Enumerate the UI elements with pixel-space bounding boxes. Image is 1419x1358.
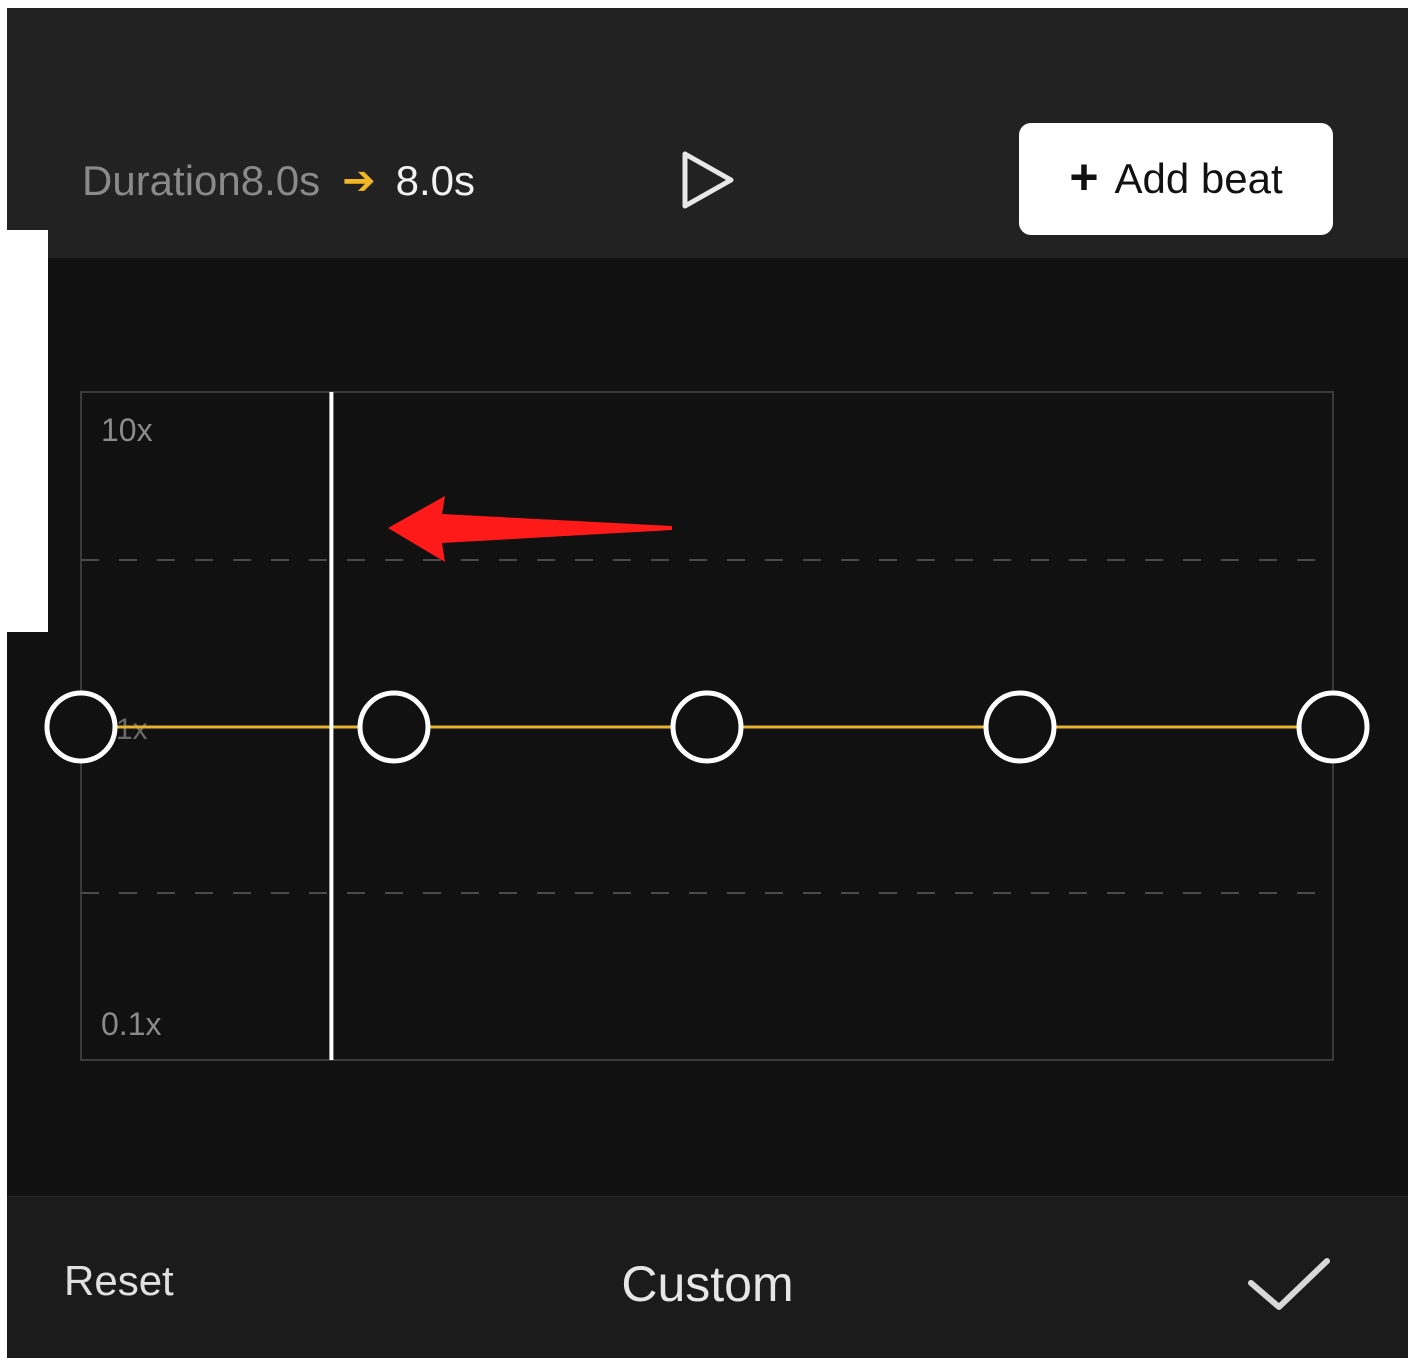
duration-display: Duration8.0s ➔ 8.0s [82,154,475,208]
add-beat-label: Add beat [1114,155,1283,202]
top-bar: Duration8.0s ➔ 8.0s + Add beat [7,8,1408,258]
max-speed-label: 10x [101,412,153,448]
play-icon [682,151,734,209]
beat-point-5[interactable] [1296,690,1370,764]
add-beat-button[interactable]: + Add beat [1019,123,1333,235]
play-button[interactable] [679,148,739,212]
beat-point-2[interactable] [357,690,431,764]
speed-curve-editor: Duration8.0s ➔ 8.0s + Add beat [7,8,1408,1357]
beat-point-3[interactable] [670,690,744,764]
min-speed-label: 0.1x [101,1006,162,1042]
bottom-bar: Reset Custom [7,1196,1408,1358]
left-edge-block [0,230,48,632]
arrow-right-icon: ➔ [342,159,376,203]
preset-title: Custom [621,1256,794,1312]
original-duration: Duration8.0s [82,157,321,204]
beat-point-1[interactable] [44,690,118,764]
checkmark-icon [1248,1258,1330,1310]
confirm-button[interactable] [1247,1255,1331,1315]
plus-icon: + [1069,149,1099,205]
new-duration: 8.0s [395,157,476,204]
beat-point-4[interactable] [983,690,1057,764]
